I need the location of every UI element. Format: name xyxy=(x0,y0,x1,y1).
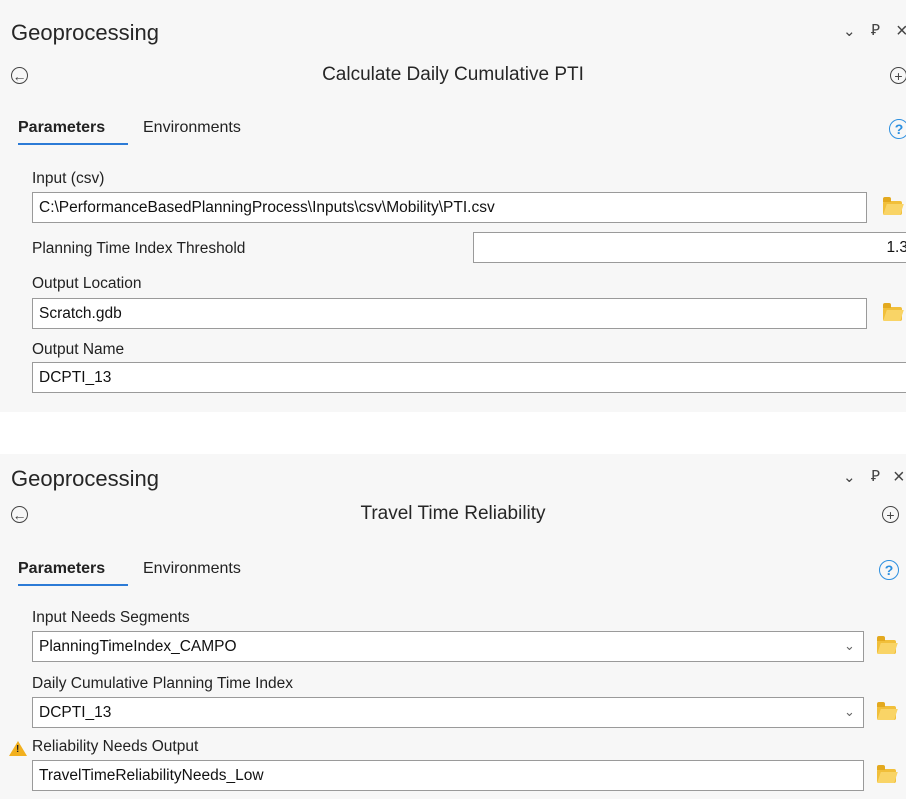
tab-parameters[interactable]: Parameters xyxy=(18,560,105,578)
add-icon[interactable]: + xyxy=(890,67,906,84)
add-icon[interactable]: + xyxy=(882,506,899,523)
warning-icon: ! xyxy=(9,741,27,756)
pti-threshold-field[interactable]: 1.3 xyxy=(473,232,906,263)
folder-icon[interactable] xyxy=(883,197,902,215)
folder-icon[interactable] xyxy=(877,702,896,720)
tab-environments[interactable]: Environments xyxy=(143,560,241,578)
tool-title: Calculate Daily Cumulative PTI xyxy=(322,64,584,85)
separator xyxy=(0,412,906,454)
reliability-needs-output-field[interactable]: TravelTimeReliabilityNeeds_Low xyxy=(32,760,864,791)
pane-menu-chevron-icon[interactable]: ⌄ xyxy=(843,468,856,486)
output-location-field[interactable]: Scratch.gdb xyxy=(32,298,867,329)
folder-icon[interactable] xyxy=(883,303,902,321)
active-tab-indicator xyxy=(18,584,128,586)
close-icon[interactable]: × xyxy=(893,466,905,489)
input-needs-segments-select[interactable]: PlanningTimeIndex_CAMPO xyxy=(32,631,864,662)
help-icon[interactable]: ? xyxy=(889,119,906,139)
chevron-down-icon[interactable]: ⌄ xyxy=(844,638,855,654)
close-icon[interactable]: × xyxy=(896,20,906,43)
pane-title: Geoprocessing xyxy=(11,20,159,45)
input-csv-field[interactable]: C:\PerformanceBasedPlanningProcess\Input… xyxy=(32,192,867,223)
pane-title: Geoprocessing xyxy=(11,466,159,491)
chevron-down-icon[interactable]: ⌄ xyxy=(844,704,855,720)
daily-cumulative-pti-label: Daily Cumulative Planning Time Index xyxy=(32,675,294,692)
folder-icon[interactable] xyxy=(877,636,896,654)
pin-icon[interactable]: Ꝑ xyxy=(871,21,880,39)
daily-cumulative-pti-select[interactable]: DCPTI_13 xyxy=(32,697,864,728)
output-name-label: Output Name xyxy=(32,341,125,358)
output-name-field[interactable]: DCPTI_13 xyxy=(32,362,906,393)
pti-threshold-label: Planning Time Index Threshold xyxy=(32,240,246,257)
geoprocessing-pane-travel-time: Geoprocessing ⌄ Ꝑ × ← Travel Time Reliab… xyxy=(0,454,906,799)
active-tab-indicator xyxy=(18,143,128,145)
output-location-label: Output Location xyxy=(32,275,142,292)
tab-parameters[interactable]: Parameters xyxy=(18,119,105,137)
pin-icon[interactable]: Ꝑ xyxy=(871,467,880,485)
input-csv-label: Input (csv) xyxy=(32,170,105,187)
reliability-needs-output-label: Reliability Needs Output xyxy=(32,738,199,755)
tab-environments[interactable]: Environments xyxy=(143,119,241,137)
geoprocessing-pane-calc-pti: Geoprocessing ⌄ Ꝑ × ← Calculate Daily Cu… xyxy=(0,0,906,412)
pane-menu-chevron-icon[interactable]: ⌄ xyxy=(843,22,856,40)
input-needs-segments-label: Input Needs Segments xyxy=(32,609,190,626)
help-icon[interactable]: ? xyxy=(879,560,899,580)
tool-title: Travel Time Reliability xyxy=(360,503,546,524)
folder-icon[interactable] xyxy=(877,765,896,783)
